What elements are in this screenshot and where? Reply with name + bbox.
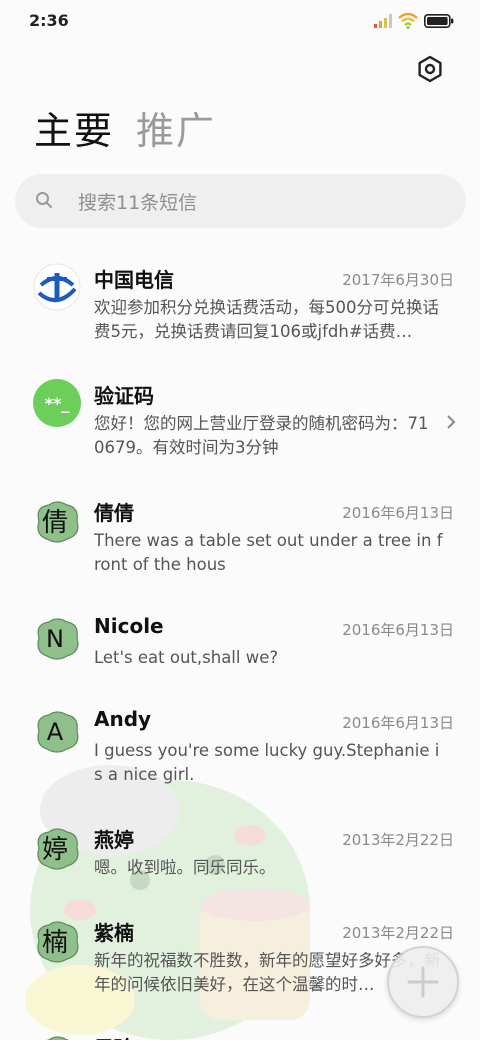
search-placeholder: 搜索11条短信	[78, 192, 198, 214]
contact-avatar: 倩	[37, 501, 79, 543]
signal-icon	[374, 14, 392, 28]
search-icon	[36, 192, 52, 208]
list-item[interactable]: 婷 燕婷 2013年2月22日 嗯。收到啦。同乐同乐。	[0, 822, 480, 902]
contact-name: Nicole	[94, 614, 164, 638]
avatar-text: A	[47, 718, 64, 746]
status-bar: 2:36	[0, 0, 480, 42]
contact-name: 验证码	[94, 384, 154, 408]
list-item[interactable]: A Andy 2016年6月13日 I guess you're some lu…	[0, 705, 480, 805]
contact-name: Andy	[94, 707, 152, 731]
tab-promotion[interactable]: 推广	[136, 108, 216, 154]
list-item[interactable]: 倩 倩倩 2016年6月13日 There was a table set ou…	[0, 495, 480, 595]
tab-main[interactable]: 主要	[34, 108, 114, 154]
search-input[interactable]: 搜索11条短信	[15, 174, 466, 228]
contact-avatar: 婷	[37, 828, 79, 870]
status-icons	[374, 11, 454, 31]
contact-name: 子玲	[94, 1032, 134, 1040]
contact-avatar	[46, 1036, 70, 1040]
avatar-text: 婷	[42, 835, 68, 865]
message-date: 2016年6月13日	[342, 504, 454, 522]
chevron-right-icon[interactable]	[444, 412, 458, 432]
contact-name: 倩倩	[94, 501, 134, 525]
message-preview: 您好！您的网上营业厅登录的随机密码为：710679。有效时间为3分钟	[94, 414, 429, 457]
message-date: 2016年6月13日	[342, 621, 454, 639]
list-item[interactable]: **_ 验证码 您好！您的网上营业厅登录的随机密码为：710679。有效时间为3…	[0, 378, 480, 478]
contact-name: 燕婷	[94, 828, 134, 852]
list-item[interactable]: N Nicole 2016年6月13日 Let's eat out,shall …	[0, 612, 480, 692]
new-message-button[interactable]	[387, 946, 459, 1018]
verification-code-avatar: **_	[33, 379, 81, 427]
contact-name: 中国电信	[94, 268, 174, 292]
avatar-text: N	[46, 625, 64, 653]
avatar-text: **_	[45, 394, 70, 413]
message-date: 2016年6月13日	[342, 714, 454, 732]
avatar-text: 倩	[42, 508, 68, 538]
china-telecom-logo-icon	[33, 263, 81, 311]
contact-avatar: N	[37, 618, 79, 660]
message-date: 2013年2月22日	[342, 831, 454, 849]
message-date: 2017年6月30日	[342, 271, 454, 289]
message-preview: There was a table set out under a tree i…	[94, 531, 443, 574]
message-preview: Let's eat out,shall we?	[94, 648, 279, 667]
list-item[interactable]: 中国电信 2017年6月30日 欢迎参加积分兑换话费活动，每500分可兑换话费5…	[0, 262, 480, 362]
message-preview: 欢迎参加积分兑换话费活动，每500分可兑换话费5元，兑换话费请回复106或jfd…	[94, 298, 439, 341]
avatar-text: 楠	[42, 928, 68, 958]
message-preview: I guess you're some lucky guy.Stephanie …	[94, 741, 440, 784]
battery-icon	[424, 14, 454, 28]
message-date: 2013年2月22日	[342, 924, 454, 942]
contact-name: 紫楠	[94, 921, 134, 945]
settings-hexagon-icon[interactable]	[416, 55, 444, 83]
status-time: 2:36	[29, 11, 69, 30]
contact-avatar: 楠	[37, 921, 79, 963]
message-preview: 嗯。收到啦。同乐同乐。	[94, 858, 276, 877]
tab-bar: 主要 推广	[34, 108, 216, 154]
list-item[interactable]: 子玲	[0, 1030, 480, 1040]
plus-icon	[407, 966, 439, 998]
contact-avatar: A	[37, 711, 79, 753]
wifi-icon	[398, 13, 418, 29]
